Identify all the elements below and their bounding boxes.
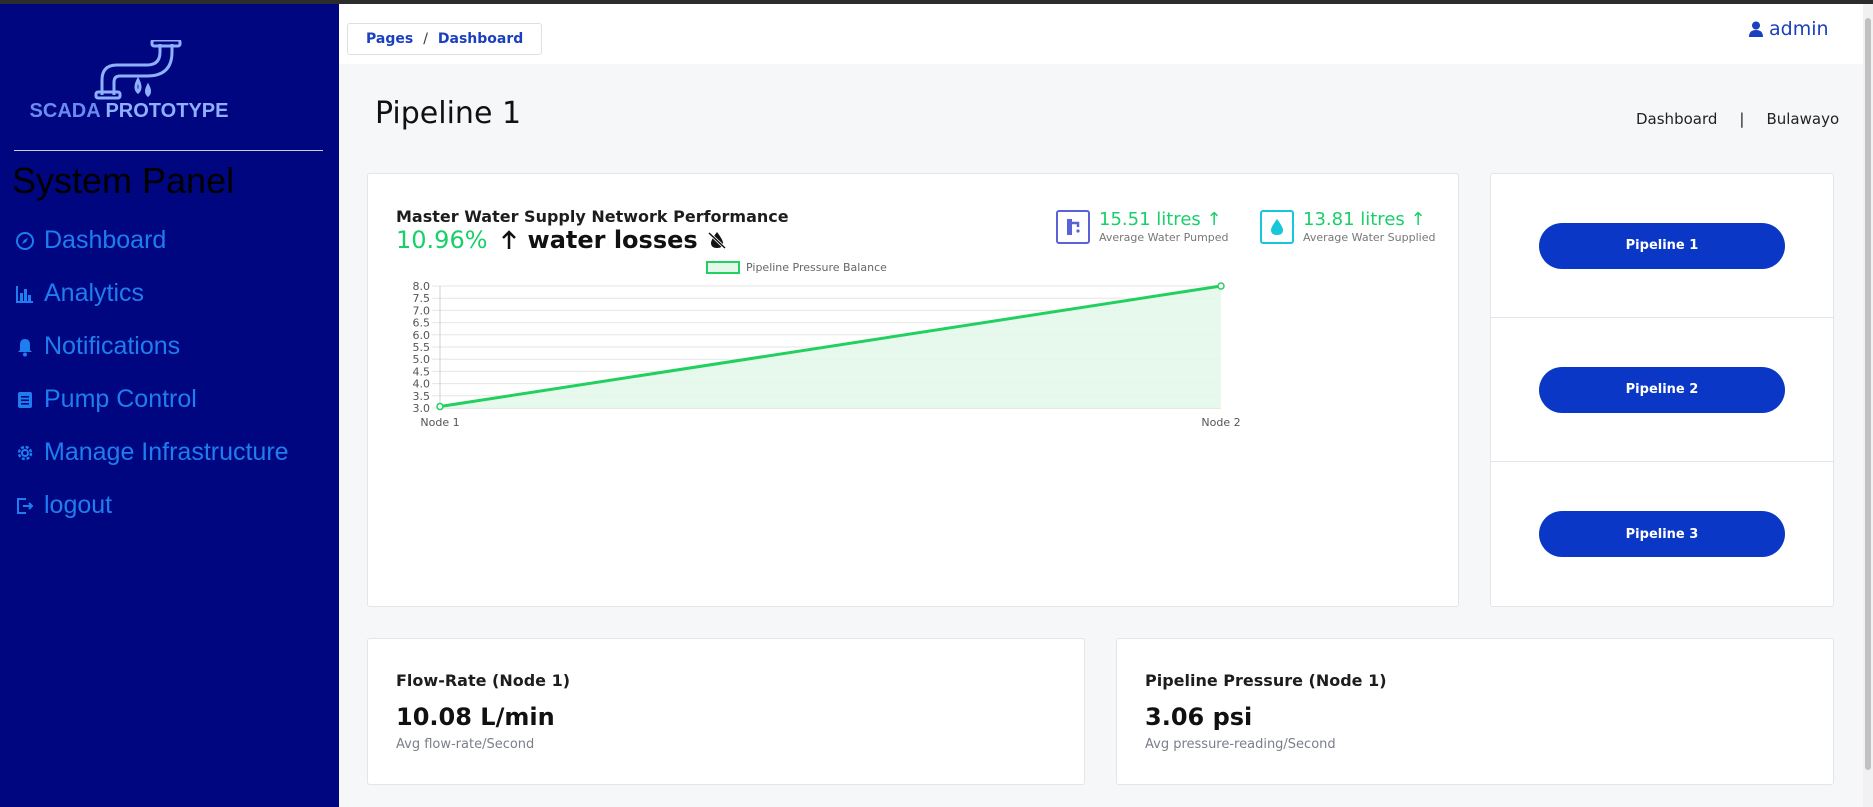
y-tick-label: 3.0 <box>413 402 431 415</box>
user-name: admin <box>1769 18 1829 40</box>
brand-name: SCADA PROTOTYPE <box>29 100 229 122</box>
legend-swatch <box>706 261 740 274</box>
sidebar-item-label: Notifications <box>44 332 181 360</box>
droplet-icon <box>1260 210 1294 244</box>
data-point <box>436 402 444 411</box>
y-tick-label: 4.5 <box>413 365 431 378</box>
breadcrumb: Pages / Dashboard <box>347 23 543 55</box>
water-loss-label: water losses <box>527 226 698 254</box>
sidebar-item-label: Pump Control <box>44 385 197 413</box>
performance-card: Master Water Supply Network Performance … <box>367 173 1459 607</box>
x-tick-label: Node 1 <box>420 416 459 429</box>
y-tick-label: 3.5 <box>413 390 431 403</box>
tap-icon <box>1056 210 1090 244</box>
location-dashboard[interactable]: Dashboard <box>1636 110 1717 128</box>
breadcrumb-pages[interactable]: Pages <box>366 31 413 47</box>
page-title: Pipeline 1 <box>375 96 522 131</box>
gear-icon <box>14 442 36 464</box>
sidebar-item-dashboard[interactable]: Dashboard <box>14 214 289 267</box>
bell-icon <box>14 336 36 358</box>
arrow-up-icon <box>501 230 516 249</box>
breadcrumb-dashboard[interactable]: Dashboard <box>438 31 523 47</box>
sidebar-nav: Dashboard Analytics Notifications Pump C… <box>14 214 289 532</box>
y-tick-label: 5.5 <box>413 341 431 354</box>
sidebar-divider <box>14 150 323 151</box>
panel-title: System Panel <box>12 160 235 201</box>
card-title: Flow-Rate (Node 1) <box>396 671 571 690</box>
flow-rate-card: Flow-Rate (Node 1) 10.08 L/min Avg flow-… <box>367 638 1085 785</box>
pressure-balance-chart: Pipeline Pressure Balance 8.07.57.06.56.0… <box>413 261 1241 429</box>
bar-chart-icon <box>14 283 36 305</box>
y-tick-label: 7.5 <box>413 292 431 305</box>
sidebar-item-label: Manage Infrastructure <box>44 438 289 466</box>
pipeline-pressure-card: Pipeline Pressure (Node 1) 3.06 psi Avg … <box>1116 638 1834 785</box>
card-value: 3.06 psi <box>1145 703 1253 731</box>
list-icon <box>14 389 36 411</box>
card-value: 10.08 L/min <box>396 703 555 731</box>
performance-title: Master Water Supply Network Performance <box>396 207 789 226</box>
y-tick-label: 6.0 <box>413 329 431 342</box>
y-tick-label: 4.0 <box>413 378 431 391</box>
sidebar-item-label: Dashboard <box>44 226 167 254</box>
user-menu[interactable]: admin <box>1749 18 1829 40</box>
location-separator: | <box>1739 110 1745 128</box>
pipeline-cell: Pipeline 1 <box>1491 174 1833 318</box>
legend-label: Pipeline Pressure Balance <box>746 261 887 274</box>
pipeline-3-button[interactable]: Pipeline 3 <box>1539 511 1785 557</box>
x-tick-label: Node 2 <box>1201 416 1240 429</box>
sidebar: SCADA PROTOTYPE System Panel Dashboard A… <box>0 4 339 807</box>
pipeline-2-button[interactable]: Pipeline 2 <box>1539 366 1785 413</box>
stat-value: 13.81 litres ↑ <box>1303 209 1426 230</box>
sidebar-item-label: logout <box>44 491 113 519</box>
pipeline-cell: Pipeline 3 <box>1491 462 1833 606</box>
scrollbar-thumb[interactable] <box>1865 18 1871 770</box>
brand-logo[interactable]: SCADA PROTOTYPE <box>24 40 234 130</box>
sidebar-item-manage-infrastructure[interactable]: Manage Infrastructure <box>14 426 289 479</box>
y-tick-label: 6.5 <box>413 317 431 330</box>
y-tick-label: 7.0 <box>413 304 431 317</box>
card-subtitle: Avg pressure-reading/Second <box>1145 737 1336 752</box>
stat-water-supplied: 13.81 litres ↑ Average Water Supplied <box>1260 210 1435 244</box>
compass-icon <box>14 230 36 252</box>
logout-icon <box>14 495 36 517</box>
user-icon <box>1749 21 1763 37</box>
card-subtitle: Avg flow-rate/Second <box>396 737 535 752</box>
pipe-logo-icon <box>94 40 182 100</box>
location-city[interactable]: Bulawayo <box>1766 110 1839 128</box>
stat-label: Average Water Pumped <box>1099 231 1229 244</box>
droplet-slash-icon <box>707 231 726 250</box>
card-title: Pipeline Pressure (Node 1) <box>1145 671 1387 690</box>
sidebar-item-label: Analytics <box>44 279 145 307</box>
y-tick-label: 8.0 <box>413 280 431 293</box>
sidebar-item-pump-control[interactable]: Pump Control <box>14 373 289 426</box>
stat-value: 15.51 litres ↑ <box>1099 209 1222 230</box>
top-header: Pages / Dashboard admin <box>339 4 1863 64</box>
y-tick-label: 5.0 <box>413 353 431 366</box>
sidebar-item-logout[interactable]: logout <box>14 479 289 532</box>
stat-water-pumped: 15.51 litres ↑ Average Water Pumped <box>1056 210 1229 244</box>
pipeline-1-button[interactable]: Pipeline 1 <box>1539 222 1785 269</box>
water-loss-summary: 10.96% water losses <box>396 226 726 254</box>
stat-label: Average Water Supplied <box>1303 231 1436 244</box>
pipeline-cell: Pipeline 2 <box>1491 318 1833 462</box>
pipeline-selector: Pipeline 1 Pipeline 2 Pipeline 3 <box>1490 173 1834 607</box>
water-loss-percent: 10.96% <box>396 226 488 254</box>
page-scrollbar[interactable] <box>1863 4 1873 807</box>
sidebar-item-notifications[interactable]: Notifications <box>14 320 289 373</box>
location-breadcrumb: Dashboard | Bulawayo <box>1636 110 1839 128</box>
data-point <box>1217 282 1225 290</box>
breadcrumb-separator: / <box>423 31 428 47</box>
sidebar-item-analytics[interactable]: Analytics <box>14 267 289 320</box>
